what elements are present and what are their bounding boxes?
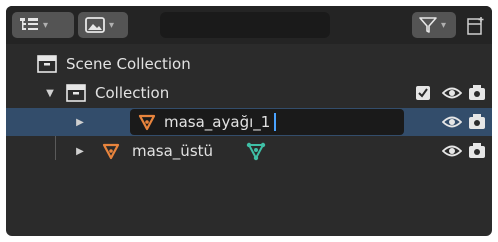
outliner-header: ▾ ▾ ▾: [6, 6, 492, 44]
collection-row[interactable]: ▼ Collection: [6, 79, 492, 107]
object-row-masa-ayagi-1[interactable]: ▶ masa_ayağı_1: [6, 108, 492, 136]
expand-arrow-icon[interactable]: ▼: [44, 88, 56, 99]
mesh-object-icon: [138, 114, 156, 131]
new-collection-icon[interactable]: [466, 16, 486, 36]
camera-icon[interactable]: [468, 142, 486, 160]
chevron-down-icon: ▾: [43, 19, 49, 31]
exclude-checkbox-icon[interactable]: [416, 86, 430, 100]
eye-icon[interactable]: [442, 85, 462, 101]
camera-icon[interactable]: [468, 84, 486, 102]
mesh-object-icon: [102, 143, 120, 160]
filter-popover-button[interactable]: ▾: [412, 12, 456, 38]
text-cursor: [274, 113, 277, 131]
search-field[interactable]: [160, 12, 332, 38]
eye-icon[interactable]: [442, 114, 462, 130]
chevron-down-icon: ▾: [441, 19, 447, 31]
camera-icon[interactable]: [468, 113, 486, 131]
collection-label: Collection: [95, 84, 170, 102]
vertex-group-icon[interactable]: [246, 141, 266, 161]
search-input[interactable]: [170, 14, 332, 36]
scene-collection-label: Scene Collection: [66, 55, 191, 73]
expand-arrow-icon[interactable]: ▶: [74, 146, 86, 157]
eye-icon[interactable]: [442, 143, 462, 159]
scene-collection-row[interactable]: Scene Collection: [6, 50, 492, 78]
object-label: masa_üstü: [132, 142, 214, 160]
scene-collection-icon: [37, 55, 57, 73]
rename-field[interactable]: masa_ayağı_1: [130, 109, 404, 135]
outliner-list-icon: [20, 18, 38, 30]
filter-mode-button[interactable]: ▾: [78, 12, 128, 38]
funnel-icon: [419, 17, 437, 33]
display-mode-button[interactable]: ▾: [12, 12, 74, 38]
collection-icon: [66, 84, 86, 102]
chevron-down-icon: ▾: [109, 19, 115, 31]
rename-input-text[interactable]: masa_ayağı_1: [164, 113, 270, 131]
outliner-editor: ▾ ▾ ▾ Scene Collection ▼ Collection ▶ ma…: [6, 6, 492, 236]
image-icon: [85, 17, 105, 33]
expand-arrow-icon[interactable]: ▶: [74, 117, 86, 128]
object-row-masa-ustu[interactable]: ▶ masa_üstü: [6, 137, 492, 165]
